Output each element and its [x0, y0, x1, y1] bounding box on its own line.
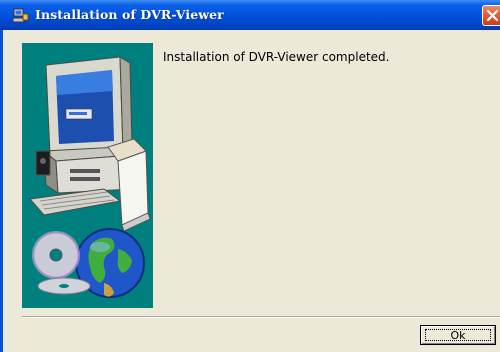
- installer-icon: [12, 8, 29, 24]
- dialog-window: Installation of DVR-Viewer Installation …: [0, 0, 500, 352]
- close-icon: [486, 9, 499, 22]
- focus-rectangle: [425, 329, 491, 341]
- completion-message: Installation of DVR-Viewer completed.: [163, 50, 390, 64]
- installer-illustration: [22, 43, 153, 308]
- separator: [22, 316, 500, 318]
- ok-button[interactable]: Ok: [420, 325, 496, 345]
- close-button[interactable]: [482, 5, 500, 26]
- window-title: Installation of DVR-Viewer: [35, 7, 224, 22]
- title-bar[interactable]: Installation of DVR-Viewer: [0, 0, 500, 30]
